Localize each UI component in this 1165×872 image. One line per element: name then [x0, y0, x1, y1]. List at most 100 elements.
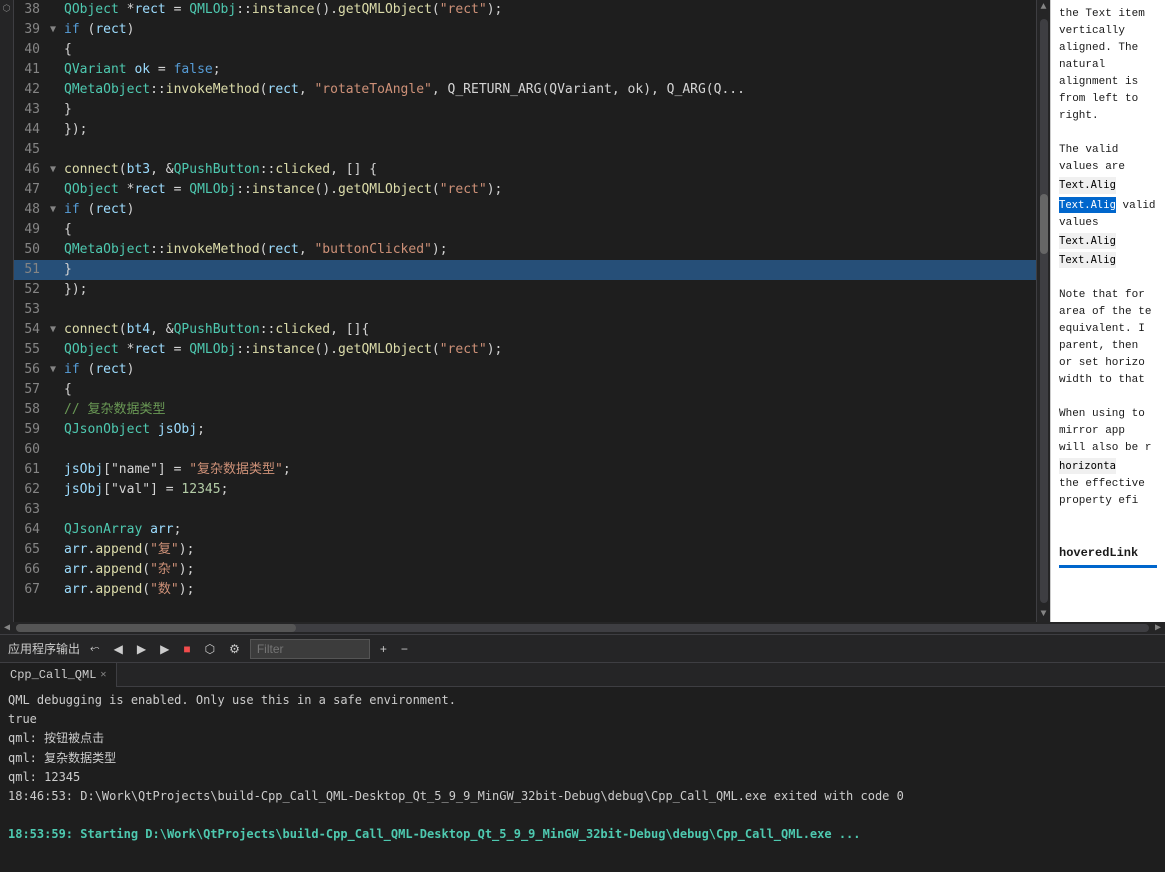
code-line-67: 67 arr.append("数");	[14, 580, 1036, 600]
code-line-60: 60	[14, 440, 1036, 460]
hovered-link-underline	[1059, 565, 1157, 568]
output-line: true	[8, 710, 1157, 729]
output-panel: 应用程序输出 ⬿ ◀ ▶ ▶ ■ ⬡ ⚙ + − Cpp_Call_QML ✕ …	[0, 634, 1165, 844]
h-scroll-thumb[interactable]	[16, 624, 296, 632]
code-text: QObject *rect = QMLObj::instance().getQM…	[64, 0, 502, 20]
horizontal-scrollbar[interactable]: ◀ ▶	[0, 622, 1165, 634]
docs-code3[interactable]: Text.Alig	[1059, 233, 1116, 249]
code-line-49: 49 {	[14, 220, 1036, 240]
filter-input[interactable]	[250, 639, 370, 659]
output-tab-cpp-call-qml[interactable]: Cpp_Call_QML ✕	[0, 663, 117, 687]
code-line-48: 48▼ if (rect)	[14, 200, 1036, 220]
code-scroll-area[interactable]: 38 QObject *rect = QMLObj::instance().ge…	[14, 0, 1036, 622]
toolbar-btn-settings[interactable]: ⚙	[225, 640, 244, 658]
output-line: qml: 12345	[8, 768, 1157, 787]
docs-code2-highlighted[interactable]: Text.Alig	[1059, 197, 1116, 213]
code-line-64: 64 QJsonArray arr;	[14, 520, 1036, 540]
fold-arrow[interactable]: ▼	[50, 360, 64, 380]
output-line: qml: 复杂数据类型	[8, 749, 1157, 768]
h-scroll-track[interactable]	[16, 624, 1149, 632]
docs-when-text: When using to mirror app will also be r	[1059, 406, 1157, 457]
left-gutter: ⬡	[0, 0, 14, 622]
output-label: 应用程序输出	[8, 640, 80, 657]
code-line-54: 54▼ connect(bt4, &QPushButton::clicked, …	[14, 320, 1036, 340]
line-number: 62	[14, 480, 50, 500]
code-line-42: 42 QMetaObject::invokeMethod(rect, "rota…	[14, 80, 1036, 100]
code-panel: ⬡ 38 QObject *rect = QMLObj::instance().…	[0, 0, 1165, 634]
docs-horizontal-code[interactable]: horizonta	[1059, 458, 1116, 474]
scroll-track[interactable]	[1040, 19, 1048, 603]
scroll-down-button[interactable]: ▼	[1038, 607, 1048, 622]
toolbar-btn-stop[interactable]: ■	[179, 640, 194, 658]
toolbar-btn-add[interactable]: +	[376, 640, 391, 658]
docs-code1[interactable]: Text.Alig	[1059, 177, 1116, 193]
fold-arrow[interactable]: ▼	[50, 320, 64, 340]
output-line: 18:53:59: Starting D:\Work\QtProjects\bu…	[8, 825, 1157, 844]
line-number: 65	[14, 540, 50, 560]
line-number: 47	[14, 180, 50, 200]
docs-effective-text: the effective property efi	[1059, 476, 1157, 510]
line-number: 44	[14, 120, 50, 140]
code-text: connect(bt4, &QPushButton::clicked, []{	[64, 320, 369, 340]
code-line-47: 47 QObject *rect = QMLObj::instance().ge…	[14, 180, 1036, 200]
code-line-59: 59 QJsonObject jsObj;	[14, 420, 1036, 440]
fold-arrow[interactable]: ▼	[50, 200, 64, 220]
toolbar-btn-next[interactable]: ▶	[133, 640, 150, 658]
toolbar-btn-1[interactable]: ⬿	[86, 639, 104, 658]
line-number: 64	[14, 520, 50, 540]
scroll-up-button[interactable]: ▲	[1038, 0, 1048, 15]
code-text: QObject *rect = QMLObj::instance().getQM…	[64, 180, 502, 200]
toolbar-btn-remove[interactable]: −	[397, 640, 412, 658]
docs-panel: the Text item vertically aligned. The na…	[1050, 0, 1165, 622]
code-inner: ⬡ 38 QObject *rect = QMLObj::instance().…	[0, 0, 1165, 622]
fold-arrow[interactable]: ▼	[50, 20, 64, 40]
line-number: 45	[14, 140, 50, 160]
line-number: 42	[14, 80, 50, 100]
output-toolbar: 应用程序输出 ⬿ ◀ ▶ ▶ ■ ⬡ ⚙ + −	[0, 635, 1165, 663]
line-number: 58	[14, 400, 50, 420]
docs-code4[interactable]: Text.Alig	[1059, 252, 1116, 268]
scroll-thumb[interactable]	[1040, 194, 1048, 254]
editor-area: ⬡ 38 QObject *rect = QMLObj::instance().…	[0, 0, 1165, 634]
code-text: QVariant ok = false;	[64, 60, 221, 80]
toolbar-btn-prev[interactable]: ◀	[110, 640, 127, 658]
code-text: });	[64, 120, 87, 140]
line-number: 49	[14, 220, 50, 240]
code-line-45: 45	[14, 140, 1036, 160]
toolbar-btn-play[interactable]: ▶	[156, 640, 173, 658]
output-tab-close[interactable]: ✕	[100, 669, 106, 681]
code-line-43: 43 }	[14, 100, 1036, 120]
output-line: QML debugging is enabled. Only use this …	[8, 691, 1157, 710]
line-number: 61	[14, 460, 50, 480]
code-text: QMetaObject::invokeMethod(rect, "buttonC…	[64, 240, 448, 260]
code-text: {	[64, 40, 72, 60]
output-tab-label: Cpp_Call_QML	[10, 668, 96, 682]
line-number: 66	[14, 560, 50, 580]
code-line-39: 39▼ if (rect)	[14, 20, 1036, 40]
code-line-40: 40 {	[14, 40, 1036, 60]
vertical-scrollbar[interactable]: ▲ ▼	[1036, 0, 1050, 622]
code-text: }	[64, 260, 72, 280]
line-number: 57	[14, 380, 50, 400]
output-tabs: Cpp_Call_QML ✕	[0, 663, 1165, 687]
line-number: 50	[14, 240, 50, 260]
docs-valid-label: The valid values are	[1059, 142, 1157, 176]
toolbar-btn-debug[interactable]: ⬡	[201, 640, 219, 658]
docs-hovered-link[interactable]: hoveredLink	[1059, 544, 1157, 563]
code-line-55: 55 QObject *rect = QMLObj::instance().ge…	[14, 340, 1036, 360]
line-number: 54	[14, 320, 50, 340]
code-line-50: 50 QMetaObject::invokeMethod(rect, "butt…	[14, 240, 1036, 260]
h-scroll-left-button[interactable]: ◀	[0, 622, 14, 634]
code-line-44: 44 });	[14, 120, 1036, 140]
line-number: 53	[14, 300, 50, 320]
code-text: jsObj["val"] = 12345;	[64, 480, 228, 500]
fold-arrow[interactable]: ▼	[50, 160, 64, 180]
line-number: 63	[14, 500, 50, 520]
line-number: 60	[14, 440, 50, 460]
line-number: 40	[14, 40, 50, 60]
line-number: 39	[14, 20, 50, 40]
h-scroll-right-button[interactable]: ▶	[1151, 622, 1165, 634]
main-container: ⬡ 38 QObject *rect = QMLObj::instance().…	[0, 0, 1165, 872]
line-number: 52	[14, 280, 50, 300]
gutter-icon: ⬡	[3, 4, 11, 14]
